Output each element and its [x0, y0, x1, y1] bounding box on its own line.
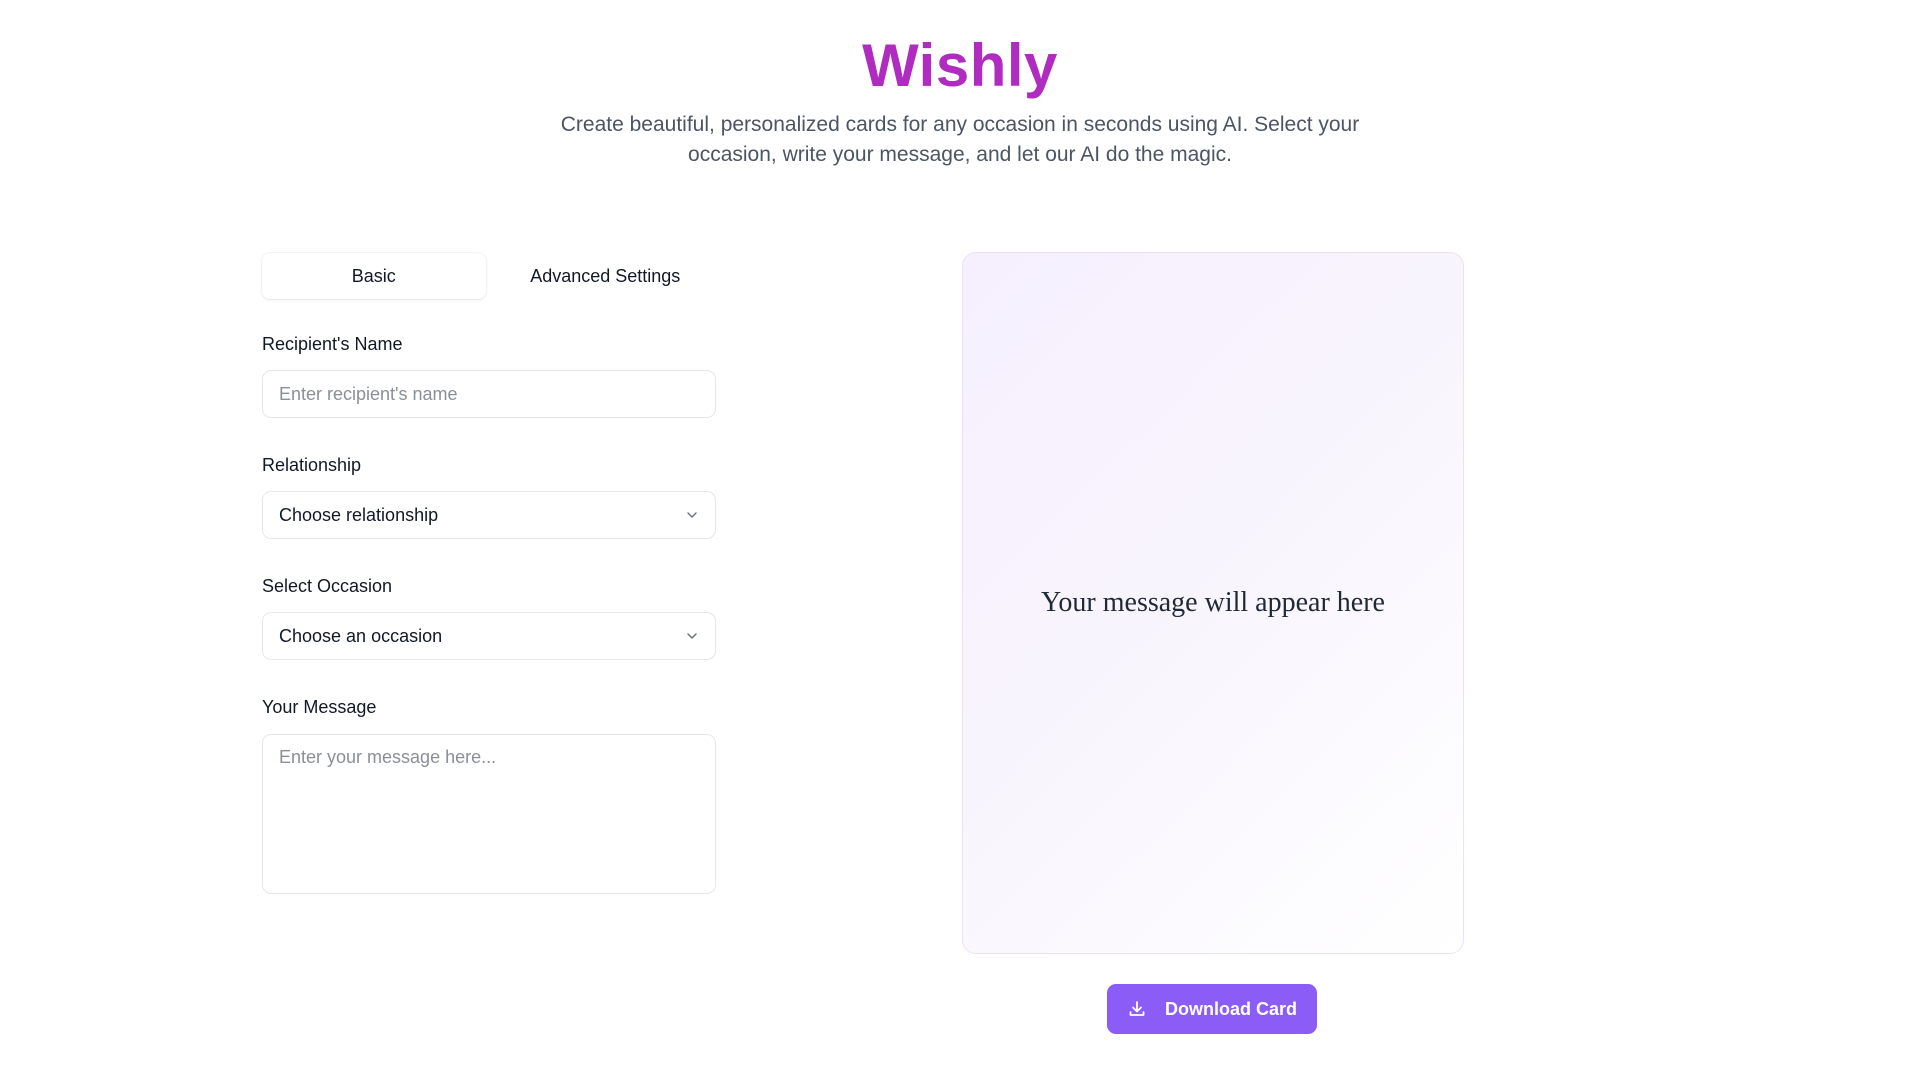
- card-preview-message: Your message will appear here: [1041, 587, 1385, 618]
- recipient-name-placeholder: Enter recipient's name: [279, 383, 458, 404]
- recipient-name-input[interactable]: Enter recipient's name: [262, 370, 716, 418]
- recipient-name-label: Recipient's Name: [262, 334, 403, 354]
- download-icon: [1129, 1001, 1145, 1016]
- tab-advanced-settings[interactable]: Advanced Settings: [494, 253, 718, 299]
- message-placeholder: Enter your message here...: [279, 747, 497, 767]
- download-card-button[interactable]: Download Card: [1107, 984, 1317, 1034]
- app-subtitle: Create beautiful, personalized cards for…: [560, 113, 1360, 166]
- card-preview: Your message will appear here: [962, 252, 1464, 954]
- relationship-label: Relationship: [262, 455, 362, 475]
- relationship-select[interactable]: Choose relationship: [262, 491, 716, 539]
- occasion-label: Select Occasion: [262, 576, 393, 596]
- relationship-selected-value: Choose relationship: [279, 504, 439, 525]
- chevron-down-icon: [687, 633, 697, 639]
- occasion-selected-value: Choose an occasion: [279, 625, 443, 646]
- app-title: Wishly: [862, 32, 1058, 99]
- download-card-label: Download Card: [1164, 998, 1297, 1019]
- tab-basic[interactable]: Basic: [262, 253, 486, 299]
- message-label: Your Message: [262, 697, 377, 717]
- chevron-down-icon: [687, 512, 697, 518]
- occasion-select[interactable]: Choose an occasion: [262, 612, 716, 660]
- settings-tabs: Basic Advanced Settings: [262, 253, 717, 299]
- message-textarea[interactable]: Enter your message here...: [262, 734, 716, 894]
